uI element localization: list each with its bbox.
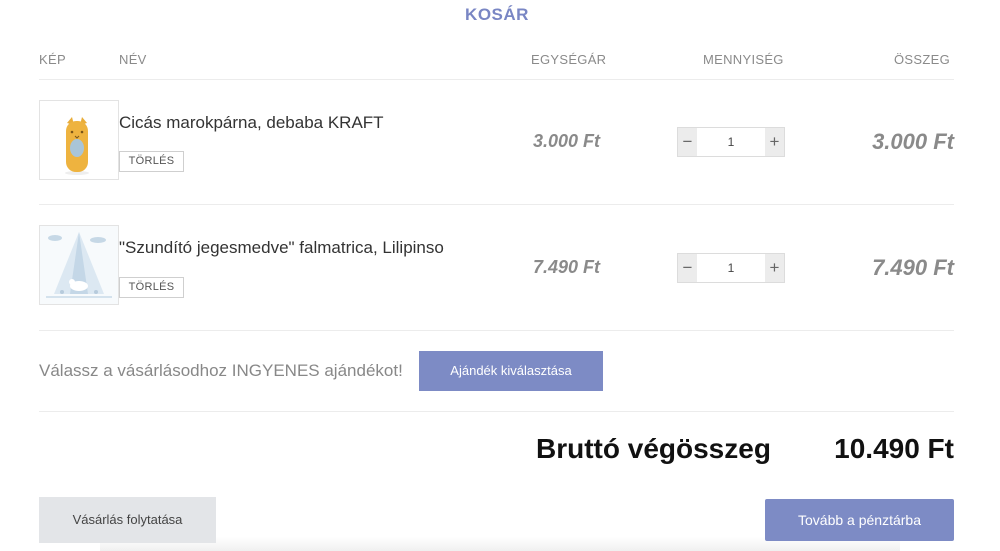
unit-price: 7.490 Ft <box>532 257 600 277</box>
divider <box>39 204 954 205</box>
checkout-button[interactable]: Tovább a pénztárba <box>765 499 954 541</box>
product-image[interactable] <box>39 100 119 180</box>
gift-promo-text: Válassz a vásárlásodhoz INGYENES ajándék… <box>39 361 403 380</box>
divider <box>39 79 954 80</box>
quantity-stepper: − 1 + <box>677 253 785 283</box>
grand-total-value: 10.490 Ft <box>834 433 954 464</box>
product-name[interactable]: "Szundító jegesmedve" falmatrica, Lilipi… <box>119 238 444 258</box>
divider <box>39 330 954 331</box>
cart-title: KOSÁR <box>465 5 529 24</box>
product-image[interactable] <box>39 225 119 305</box>
column-header-unit-price: EGYSÉGÁR <box>531 52 607 67</box>
quantity-input[interactable]: 1 <box>697 128 765 156</box>
delete-button[interactable]: TÖRLÉS <box>119 151 184 172</box>
column-header-sum: ÖSSZEG <box>894 52 950 67</box>
quantity-increase-button[interactable]: + <box>765 254 784 282</box>
column-header-image: KÉP <box>39 52 66 67</box>
divider <box>39 411 954 412</box>
choose-gift-button[interactable]: Ajándék kiválasztása <box>419 351 603 391</box>
grand-total-label: Bruttó végösszeg <box>536 433 771 464</box>
product-name[interactable]: Cicás marokpárna, debaba KRAFT <box>119 113 384 133</box>
delete-button[interactable]: TÖRLÉS <box>119 277 184 298</box>
row-total: 3.000 Ft <box>872 129 954 154</box>
column-header-name: NÉV <box>119 52 147 67</box>
cat-pillow-image <box>40 101 118 179</box>
unit-price: 3.000 Ft <box>532 131 600 151</box>
row-total: 7.490 Ft <box>872 255 954 280</box>
quantity-decrease-button[interactable]: − <box>678 254 697 282</box>
quantity-increase-button[interactable]: + <box>765 128 784 156</box>
quantity-input[interactable]: 1 <box>697 254 765 282</box>
column-header-quantity: MENNYISÉG <box>703 52 784 67</box>
quantity-stepper: − 1 + <box>677 127 785 157</box>
quantity-decrease-button[interactable]: − <box>678 128 697 156</box>
continue-shopping-button[interactable]: Vásárlás folytatása <box>39 497 216 543</box>
polar-bear-decal-image <box>40 226 118 304</box>
